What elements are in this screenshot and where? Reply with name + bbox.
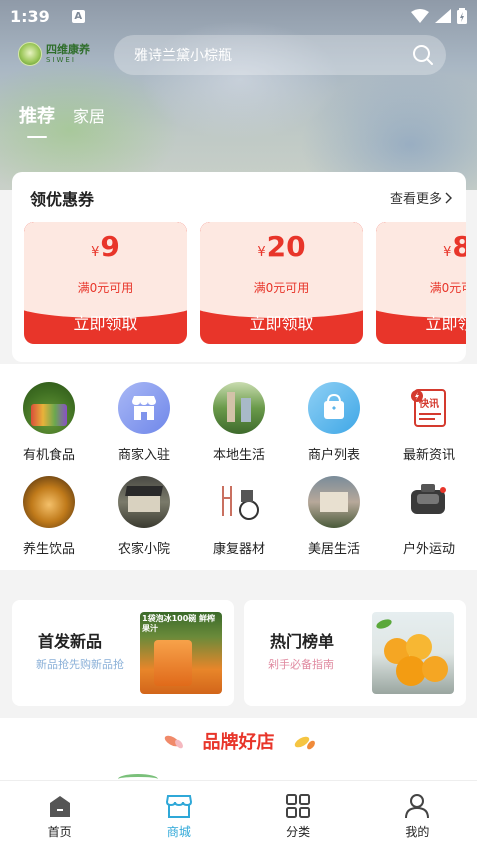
category-label: 康复器材 (212, 542, 265, 557)
see-more-label: 查看更多 (389, 192, 442, 207)
tab-recommend[interactable]: 推荐 (19, 102, 55, 138)
outdoor-sports-icon (403, 476, 455, 528)
category-organic-food[interactable]: 有机食品 (9, 382, 89, 463)
notification-a-icon: A (71, 9, 85, 23)
promo-title: 热门榜单 (270, 632, 335, 651)
currency-symbol: ¥ (257, 245, 266, 260)
tab-home-furnishing[interactable]: 家居 (73, 103, 105, 127)
local-life-icon (213, 382, 265, 434)
coupon-condition: 满0元可用 (77, 281, 134, 295)
claim-coupon-button[interactable]: 立即领取 (200, 310, 363, 334)
category-label: 最新资讯 (402, 448, 455, 463)
rehab-equipment-icon (213, 476, 265, 528)
nav-label: 首页 (47, 825, 72, 839)
leaf-logo-icon (18, 42, 42, 66)
category-merchant-list[interactable]: 商户列表 (294, 382, 374, 463)
bottom-nav: 首页 商城 分类 我的 (0, 780, 477, 848)
coupon-amount: 9 (100, 230, 120, 263)
logo-text-cn: 四维康养 (46, 43, 90, 56)
coupon-section: 领优惠券 查看更多 ¥9 满0元可用 立即领取 ¥20 满0元可用 立即领取 ¥… (12, 172, 466, 362)
brand-store-section: 品牌好店 (0, 718, 477, 788)
coupon-amount: 8 (452, 230, 466, 263)
currency-symbol: ¥ (443, 245, 452, 260)
top-tabs: 推荐 家居 (19, 102, 105, 138)
person-icon (405, 794, 430, 819)
signal-icon (435, 9, 451, 23)
juice-product-image: 1袋泡冰100碗 鲜榨果汁 (140, 612, 222, 694)
category-label: 商户列表 (307, 448, 360, 463)
orange-product-image (372, 612, 454, 694)
news-badge-text: 快讯 (419, 399, 439, 410)
category-health-drink[interactable]: 养生饮品 (9, 476, 89, 557)
shopping-bag-icon (308, 382, 360, 434)
promo-hot-list[interactable]: 热门榜单 剁手必备指南 (244, 600, 466, 706)
coupon-card-9[interactable]: ¥9 满0元可用 立即领取 (24, 222, 187, 344)
category-label: 养生饮品 (22, 542, 75, 557)
nav-label: 我的 (405, 825, 430, 839)
brand-section-title: 品牌好店 (202, 732, 275, 753)
app-logo[interactable]: 四维康养 SIWEI (18, 42, 90, 66)
storefront-icon (118, 382, 170, 434)
category-label: 有机食品 (22, 448, 75, 463)
category-label: 本地生活 (212, 448, 265, 463)
news-icon: 快讯 (403, 382, 455, 434)
category-rehab-equipment[interactable]: 康复器材 (199, 476, 279, 557)
category-label: 美居生活 (307, 542, 360, 557)
farmhouse-icon (118, 476, 170, 528)
coupon-section-title: 领优惠券 (30, 190, 95, 209)
search-placeholder: 雅诗兰黛小棕瓶 (134, 48, 232, 64)
category-grid-icon (286, 794, 311, 818)
health-drink-icon (23, 476, 75, 528)
promo-new-arrivals[interactable]: 首发新品 新品抢先购新品抢 1袋泡冰100碗 鲜榨果汁 (12, 600, 234, 706)
category-outdoor-sports[interactable]: 户外运动 (389, 476, 469, 557)
promo-subtitle: 剁手必备指南 (268, 658, 334, 671)
nav-store[interactable]: 商城 (119, 781, 238, 848)
category-grid: 有机食品 商家入驻 本地生活 商户列表 快讯 最新资讯 养生饮品 农家小院 康复… (0, 364, 477, 570)
organic-food-icon (23, 382, 75, 434)
category-merchant-join[interactable]: 商家入驻 (104, 382, 184, 463)
coupon-condition: 满0元可用 (429, 281, 466, 295)
coupon-amount: 20 (266, 230, 306, 263)
search-bar[interactable]: 雅诗兰黛小棕瓶 (114, 35, 446, 75)
category-label: 户外运动 (402, 542, 455, 557)
currency-symbol: ¥ (91, 245, 100, 260)
claim-coupon-button[interactable]: 立即领取 (24, 310, 187, 334)
juice-image-caption: 1袋泡冰100碗 鲜榨果汁 (142, 614, 216, 633)
category-label: 农家小院 (117, 542, 170, 557)
category-label: 商家入驻 (117, 448, 170, 463)
promo-title: 首发新品 (38, 632, 103, 651)
nav-category[interactable]: 分类 (239, 781, 358, 848)
search-icon[interactable] (412, 44, 434, 66)
nav-home[interactable]: 首页 (0, 781, 119, 848)
home-living-icon (308, 476, 360, 528)
status-time: 1:39 (10, 6, 50, 26)
category-news[interactable]: 快讯 最新资讯 (389, 382, 469, 463)
nav-label: 分类 (286, 825, 311, 839)
status-bar: 1:39 A (0, 0, 477, 32)
category-local-life[interactable]: 本地生活 (199, 382, 279, 463)
coupon-card-20[interactable]: ¥20 满0元可用 立即领取 (200, 222, 363, 344)
wifi-icon (411, 9, 429, 23)
promo-subtitle: 新品抢先购新品抢 (36, 658, 124, 671)
store-icon (165, 795, 192, 818)
see-more-link[interactable]: 查看更多 (390, 188, 452, 207)
nav-label: 商城 (166, 825, 191, 839)
coupon-condition: 满0元可用 (253, 281, 310, 295)
logo-text-en: SIWEI (46, 56, 76, 64)
category-farmhouse[interactable]: 农家小院 (104, 476, 184, 557)
chevron-right-icon (445, 192, 452, 203)
coupon-card-8[interactable]: ¥8 满0元可用 立即领取 (376, 222, 466, 344)
category-home-living[interactable]: 美居生活 (294, 476, 374, 557)
battery-icon (457, 8, 467, 24)
home-icon (49, 796, 70, 817)
nav-me[interactable]: 我的 (358, 781, 477, 848)
claim-coupon-button[interactable]: 立即领取 (376, 310, 466, 334)
